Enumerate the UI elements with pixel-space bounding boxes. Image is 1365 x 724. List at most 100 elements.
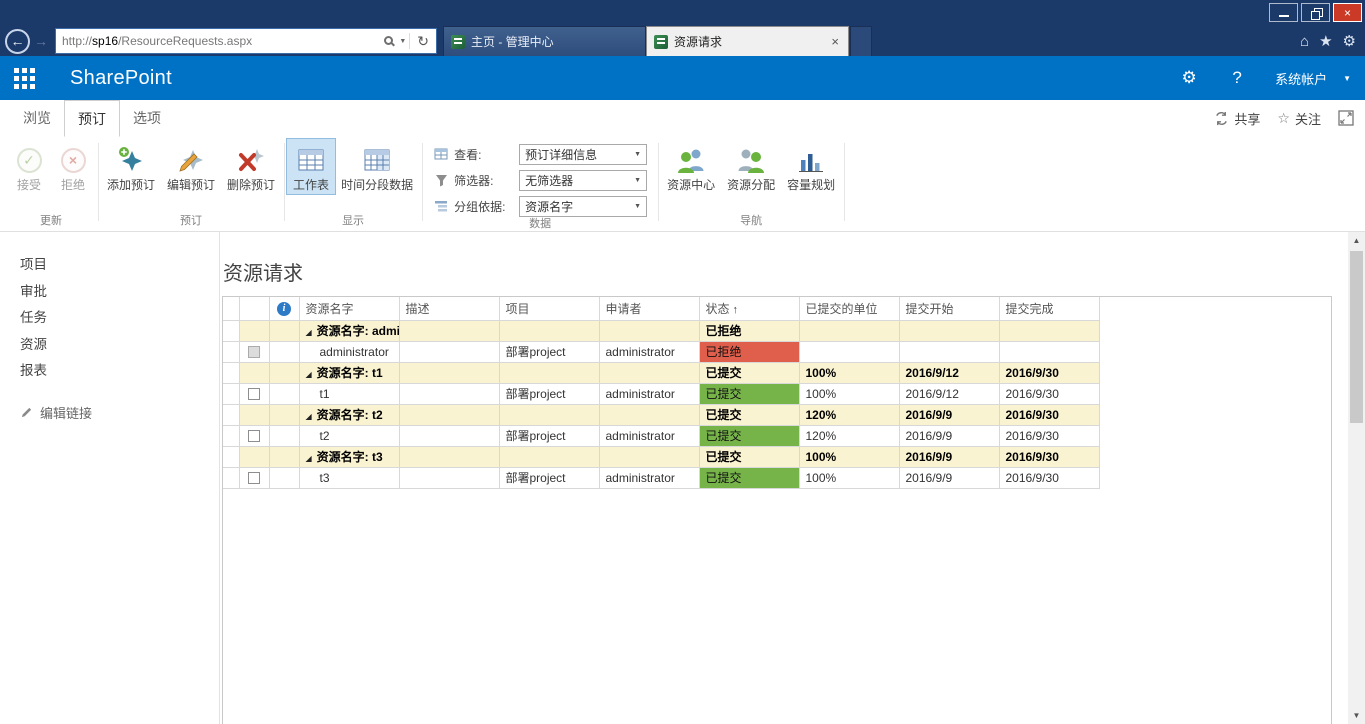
start-cell[interactable]: 2016/9/9: [899, 446, 1000, 468]
checkbox-cell[interactable]: [239, 341, 270, 363]
project-cell[interactable]: [499, 446, 600, 468]
start-cell[interactable]: 2016/9/9: [899, 467, 1000, 489]
row-gutter[interactable]: [223, 362, 240, 384]
group-header-row[interactable]: ◢ 资源名字: t3 已提交 100% 2016/9/9 2016/9/30: [223, 446, 1100, 468]
accept-button[interactable]: ✓ 接受: [7, 139, 51, 194]
address-dropdown-icon[interactable]: ▼: [396, 38, 409, 45]
name-cell[interactable]: t2: [299, 425, 400, 447]
row-gutter[interactable]: [223, 446, 240, 468]
units-cell[interactable]: [799, 320, 900, 342]
booking-row[interactable]: administrator 部署project administrator 已拒绝: [223, 341, 1100, 363]
units-cell[interactable]: 100%: [799, 362, 900, 384]
units-cell[interactable]: [799, 341, 900, 363]
settings-gear-icon[interactable]: ⚙: [1165, 56, 1213, 100]
header-status[interactable]: 状态 ↑: [699, 297, 800, 321]
reject-button[interactable]: × 拒绝: [51, 139, 95, 194]
requester-cell[interactable]: [599, 320, 700, 342]
header-project[interactable]: 项目: [499, 297, 600, 321]
finish-cell[interactable]: 2016/9/30: [999, 404, 1100, 426]
group-expand-icon[interactable]: ◢: [306, 370, 312, 379]
help-icon[interactable]: ?: [1213, 56, 1261, 100]
group-header-row[interactable]: ◢ 资源名字: administrator 已拒绝: [223, 320, 1100, 342]
description-cell[interactable]: [399, 446, 500, 468]
requester-cell[interactable]: [599, 404, 700, 426]
app-launcher-button[interactable]: [0, 56, 48, 100]
description-cell[interactable]: [399, 362, 500, 384]
sidebar-item-projects[interactable]: 项目: [0, 252, 219, 279]
scroll-down-button[interactable]: ▼: [1348, 707, 1365, 724]
sheet-view-button[interactable]: 工作表: [286, 138, 337, 195]
row-gutter[interactable]: [223, 341, 240, 363]
status-cell[interactable]: 已提交: [699, 362, 800, 384]
status-cell[interactable]: 已提交: [699, 467, 800, 489]
requester-cell[interactable]: administrator: [599, 383, 700, 405]
checkbox-cell[interactable]: [239, 446, 270, 468]
browser-tab-central-admin[interactable]: 主页 - 管理中心: [443, 26, 646, 56]
resource-center-button[interactable]: 资源中心: [661, 139, 721, 194]
account-menu[interactable]: 系统帐户 ▼: [1261, 69, 1365, 88]
booking-row[interactable]: t3 部署project administrator 已提交 100% 2016/9/9 2…: [223, 467, 1100, 489]
header-resource-name[interactable]: 资源名字: [299, 297, 400, 321]
sidebar-item-approvals[interactable]: 审批: [0, 279, 219, 306]
favorites-star-icon[interactable]: ★: [1319, 32, 1332, 50]
units-cell[interactable]: 100%: [799, 467, 900, 489]
booking-row[interactable]: t2 部署project administrator 已提交 120% 2016/9/9 2…: [223, 425, 1100, 447]
row-gutter[interactable]: [223, 320, 240, 342]
edit-booking-button[interactable]: 编辑预订: [161, 139, 221, 194]
status-cell[interactable]: 已提交: [699, 446, 800, 468]
follow-button[interactable]: ☆ 关注: [1277, 109, 1321, 128]
restore-button[interactable]: [1301, 3, 1330, 22]
header-description[interactable]: 描述: [399, 297, 500, 321]
checkbox-cell[interactable]: [239, 467, 270, 489]
project-cell[interactable]: 部署project: [499, 341, 600, 363]
units-cell[interactable]: 100%: [799, 446, 900, 468]
delete-booking-button[interactable]: 删除预订: [221, 139, 281, 194]
forward-button[interactable]: →: [30, 33, 52, 49]
name-cell[interactable]: ◢ 资源名字: t3: [299, 446, 400, 468]
requester-cell[interactable]: [599, 362, 700, 384]
info-cell[interactable]: [269, 404, 300, 426]
sharepoint-brand[interactable]: SharePoint: [70, 67, 172, 90]
name-cell[interactable]: t3: [299, 467, 400, 489]
checkbox-cell[interactable]: [239, 383, 270, 405]
description-cell[interactable]: [399, 320, 500, 342]
ribbon-tab-booking[interactable]: 预订: [64, 100, 120, 137]
name-cell[interactable]: administrator: [299, 341, 400, 363]
start-cell[interactable]: 2016/9/12: [899, 383, 1000, 405]
row-checkbox[interactable]: [248, 346, 260, 359]
tab-close-icon[interactable]: ×: [829, 34, 841, 49]
name-cell[interactable]: ◢ 资源名字: t2: [299, 404, 400, 426]
close-button[interactable]: ×: [1333, 3, 1362, 22]
requester-cell[interactable]: administrator: [599, 467, 700, 489]
start-cell[interactable]: 2016/9/9: [899, 404, 1000, 426]
capacity-planning-button[interactable]: 容量规划: [781, 139, 841, 194]
minimize-button[interactable]: [1269, 3, 1298, 22]
group-by-dropdown[interactable]: 资源名字 ▼: [519, 195, 648, 217]
units-cell[interactable]: 120%: [799, 404, 900, 426]
browser-tools-gear-icon[interactable]: ⚙: [1343, 32, 1356, 50]
header-requester[interactable]: 申请者: [599, 297, 700, 321]
checkbox-cell[interactable]: [239, 320, 270, 342]
description-cell[interactable]: [399, 425, 500, 447]
scroll-up-button[interactable]: ▲: [1348, 232, 1365, 249]
booking-row[interactable]: t1 部署project administrator 已提交 100% 2016/9/12…: [223, 383, 1100, 405]
back-button[interactable]: ←: [5, 28, 30, 54]
description-cell[interactable]: [399, 404, 500, 426]
row-checkbox[interactable]: [248, 388, 260, 401]
browser-tab-resource-requests[interactable]: 资源请求 ×: [646, 26, 849, 56]
group-header-row[interactable]: ◢ 资源名字: t1 已提交 100% 2016/9/12 2016/9/30: [223, 362, 1100, 384]
home-icon[interactable]: ⌂: [1300, 33, 1309, 50]
address-bar[interactable]: http://sp16/ResourceRequests.aspx ▼ ↻: [55, 28, 437, 54]
row-checkbox[interactable]: [248, 430, 260, 443]
requester-cell[interactable]: administrator: [599, 341, 700, 363]
scrollbar-thumb[interactable]: [1350, 251, 1363, 423]
timephased-data-button[interactable]: 时间分段数据: [335, 139, 419, 194]
units-cell[interactable]: 120%: [799, 425, 900, 447]
finish-cell[interactable]: 2016/9/30: [999, 467, 1100, 489]
info-cell[interactable]: [269, 425, 300, 447]
project-cell[interactable]: 部署project: [499, 425, 600, 447]
units-cell[interactable]: 100%: [799, 383, 900, 405]
row-checkbox[interactable]: [248, 472, 260, 485]
name-cell[interactable]: t1: [299, 383, 400, 405]
add-booking-button[interactable]: 添加预订: [101, 139, 161, 194]
